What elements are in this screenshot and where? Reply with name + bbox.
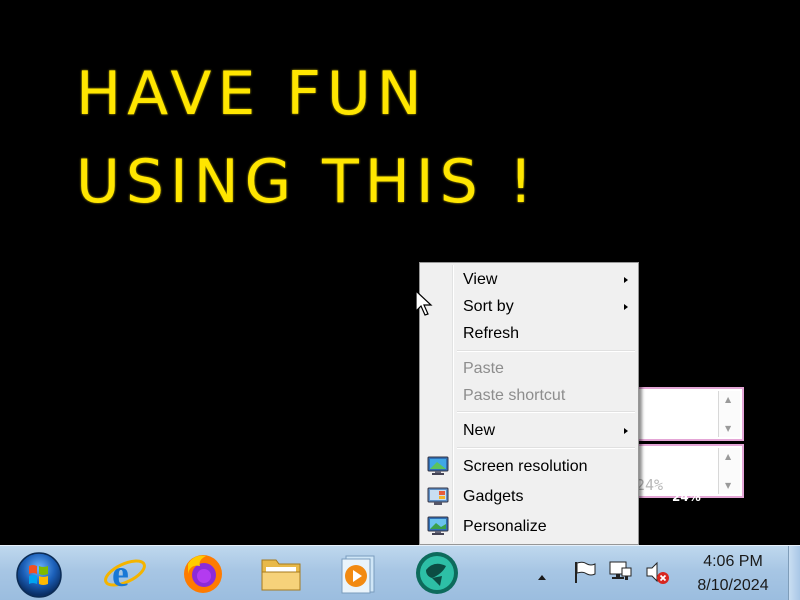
gadgets-icon xyxy=(427,486,449,506)
gadget-spinner[interactable]: ▲ ▼ xyxy=(718,391,740,437)
show-desktop-button[interactable] xyxy=(788,546,800,600)
spin-down-icon[interactable]: ▼ xyxy=(725,481,731,490)
submenu-arrow-icon xyxy=(624,304,628,310)
menu-item-label: Paste shortcut xyxy=(463,387,566,404)
spin-up-icon[interactable]: ▲ xyxy=(725,452,731,461)
personalize-icon xyxy=(427,516,449,536)
menu-item-label: Refresh xyxy=(463,325,520,342)
taskbar-internet-explorer[interactable]: e xyxy=(96,549,154,597)
menu-item-screen-resolution[interactable]: Screen resolution xyxy=(422,455,636,479)
wallpaper-text-line2: USING THIS ! xyxy=(76,147,539,217)
spin-down-icon[interactable]: ▼ xyxy=(725,424,731,433)
menu-item-sort-by[interactable]: Sort by xyxy=(422,295,636,319)
windows-logo-icon xyxy=(16,552,62,598)
volume-muted-icon[interactable] xyxy=(644,559,670,585)
spin-up-icon[interactable]: ▲ xyxy=(725,395,731,404)
folder-icon xyxy=(261,559,301,591)
network-icon[interactable] xyxy=(607,559,633,585)
taskbar-file-explorer[interactable] xyxy=(252,549,310,597)
firefox-icon xyxy=(184,555,222,593)
menu-item-gadgets[interactable]: Gadgets xyxy=(422,485,636,509)
taskbar-firefox[interactable] xyxy=(174,549,232,597)
menu-item-label: Paste xyxy=(463,360,504,377)
media-player-icon xyxy=(341,555,375,594)
start-button[interactable] xyxy=(12,549,66,599)
taskbar-media-player[interactable] xyxy=(330,549,388,597)
menu-item-label: Sort by xyxy=(463,298,514,315)
menu-item-paste-shortcut[interactable]: Paste shortcut xyxy=(422,384,636,408)
menu-item-label: New xyxy=(463,422,496,439)
menu-item-new[interactable]: New xyxy=(422,419,636,443)
submenu-arrow-icon xyxy=(624,428,628,434)
menu-item-personalize[interactable]: Personalize xyxy=(422,515,636,539)
chevron-up-icon xyxy=(538,575,546,580)
submenu-arrow-icon xyxy=(624,277,628,283)
mouse-cursor-icon xyxy=(415,289,433,318)
menu-item-paste[interactable]: Paste xyxy=(422,357,636,381)
app-icon xyxy=(416,552,458,594)
menu-item-view[interactable]: View xyxy=(422,268,636,292)
wallpaper-text-line1: HAVE FUN xyxy=(76,59,428,129)
monitor-icon xyxy=(427,456,449,476)
desktop-context-menu: View Sort by Refresh Paste Paste shortcu… xyxy=(419,262,639,545)
menu-item-label: Gadgets xyxy=(463,488,524,505)
clock-date[interactable]: 8/10/2024 xyxy=(683,577,783,595)
clock-time[interactable]: 4:06 PM xyxy=(683,553,783,571)
taskbar: e 4:06 PM 8/10/2024 xyxy=(0,545,800,600)
svg-text:e: e xyxy=(112,553,129,595)
gadget-percent-value: 24% xyxy=(636,476,664,494)
action-center-flag-icon[interactable] xyxy=(571,559,597,585)
menu-separator xyxy=(457,350,635,352)
menu-item-label: Personalize xyxy=(463,518,547,535)
internet-explorer-icon: e xyxy=(104,553,146,595)
menu-item-label: Screen resolution xyxy=(463,458,588,475)
menu-separator xyxy=(457,447,635,449)
taskbar-app[interactable] xyxy=(406,549,464,597)
gadget-spinner[interactable]: ▲ ▼ xyxy=(718,448,740,494)
menu-separator xyxy=(457,411,635,413)
gadget-percent-shadow: 24% xyxy=(672,490,701,504)
menu-item-refresh[interactable]: Refresh xyxy=(422,322,636,346)
menu-item-label: View xyxy=(463,271,498,288)
show-hidden-icons-button[interactable] xyxy=(536,567,548,580)
